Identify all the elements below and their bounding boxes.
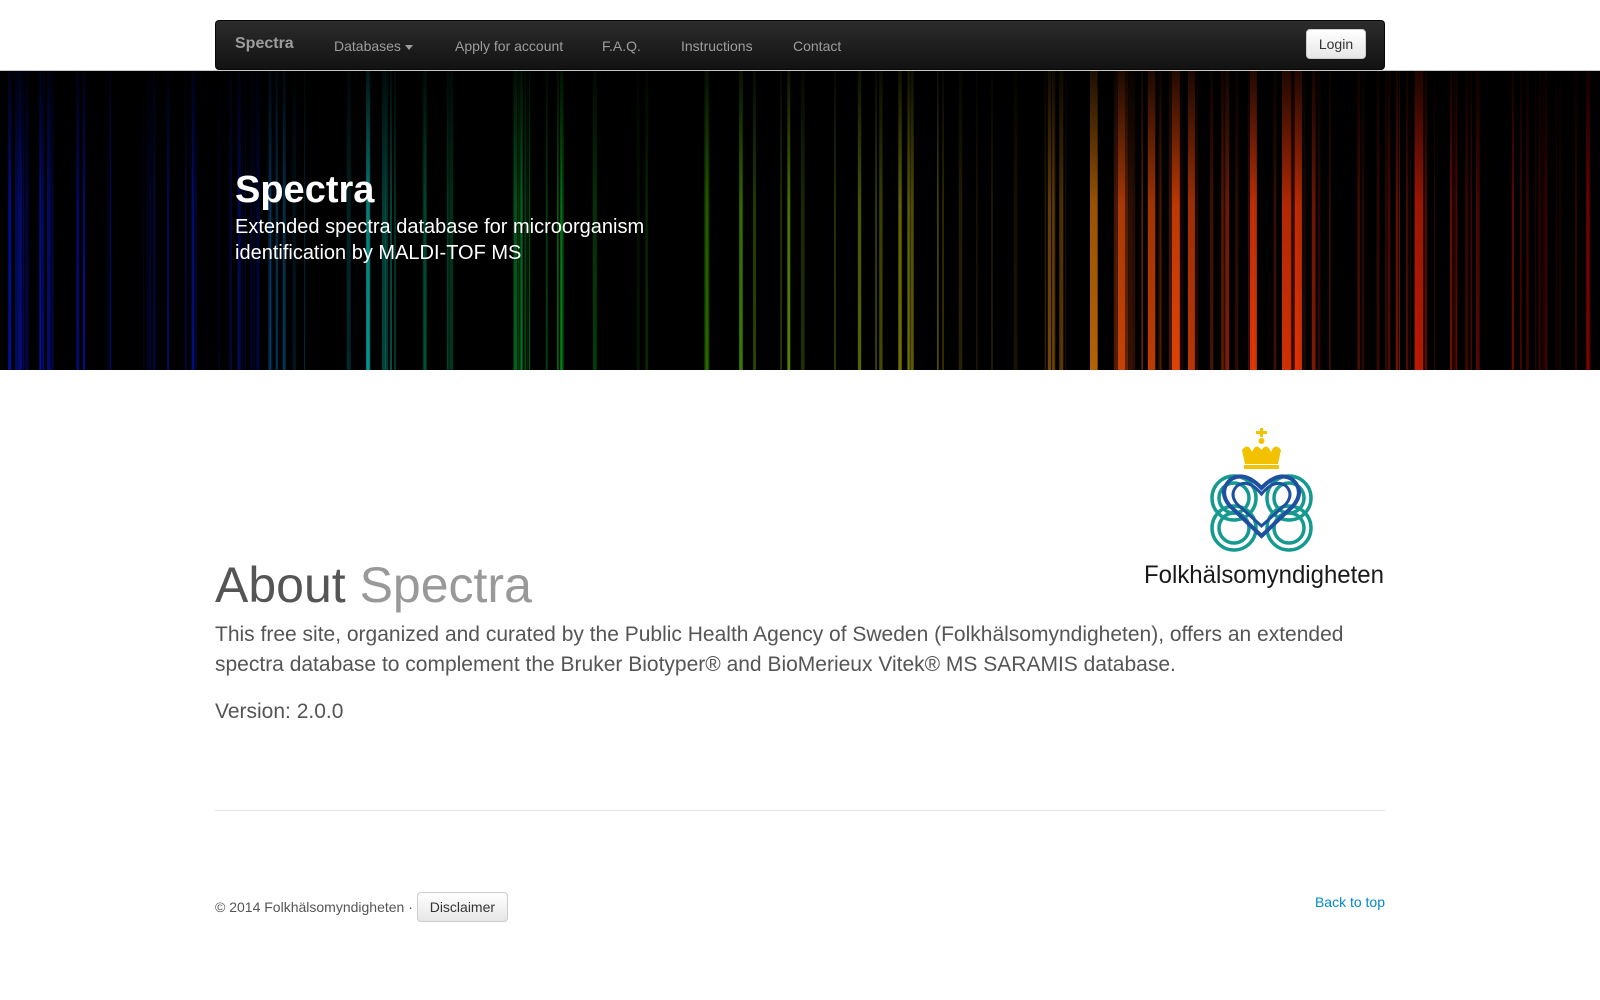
caret-down-icon: [404, 44, 413, 50]
login-button[interactable]: Login: [1306, 29, 1366, 59]
footer-copyright: © 2014 Folkhälsomyndigheten ·: [215, 899, 413, 915]
hero-title: Spectra: [235, 169, 375, 211]
hero-banner: Spectra Extended spectra database for mi…: [0, 71, 1600, 370]
folkhalsomyndigheten-logo: Folkhälsomyndigheten: [1142, 428, 1386, 594]
logo-text: Folkhälsomyndigheten: [1144, 561, 1384, 589]
footer-left: © 2014 Folkhälsomyndigheten · Disclaimer: [215, 892, 508, 922]
about-heading-muted: Spectra: [359, 557, 532, 613]
hero-subtitle: Extended spectra database for microorgan…: [235, 216, 645, 264]
disclaimer-button[interactable]: Disclaimer: [416, 892, 508, 922]
top-bar: Spectra Databases Apply for account F.A.…: [0, 0, 1600, 71]
nav-item-instructions[interactable]: Instructions: [681, 38, 753, 54]
version-value: 2.0.0: [296, 700, 344, 723]
footer-divider: [215, 810, 1385, 811]
back-to-top-link[interactable]: Back to top: [1310, 894, 1385, 910]
heart-rings-icon: [1210, 474, 1313, 552]
nav-item-databases-label: Databases: [334, 38, 401, 54]
nav-item-contact[interactable]: Contact: [793, 38, 841, 54]
nav-item-databases[interactable]: Databases: [334, 38, 413, 54]
crown-icon: [1242, 428, 1281, 469]
version-info: Version: 2.0.0: [215, 700, 343, 724]
nav-item-faq[interactable]: F.A.Q.: [602, 38, 641, 54]
navbar-brand[interactable]: Spectra: [235, 35, 294, 53]
version-label: Version:: [215, 700, 291, 723]
nav-item-apply-for-account[interactable]: Apply for account: [455, 38, 563, 54]
about-heading-main: About: [215, 557, 346, 613]
about-heading: About Spectra: [215, 556, 532, 614]
navbar: Spectra Databases Apply for account F.A.…: [215, 20, 1385, 70]
about-description: This free site, organized and curated by…: [215, 623, 1344, 676]
